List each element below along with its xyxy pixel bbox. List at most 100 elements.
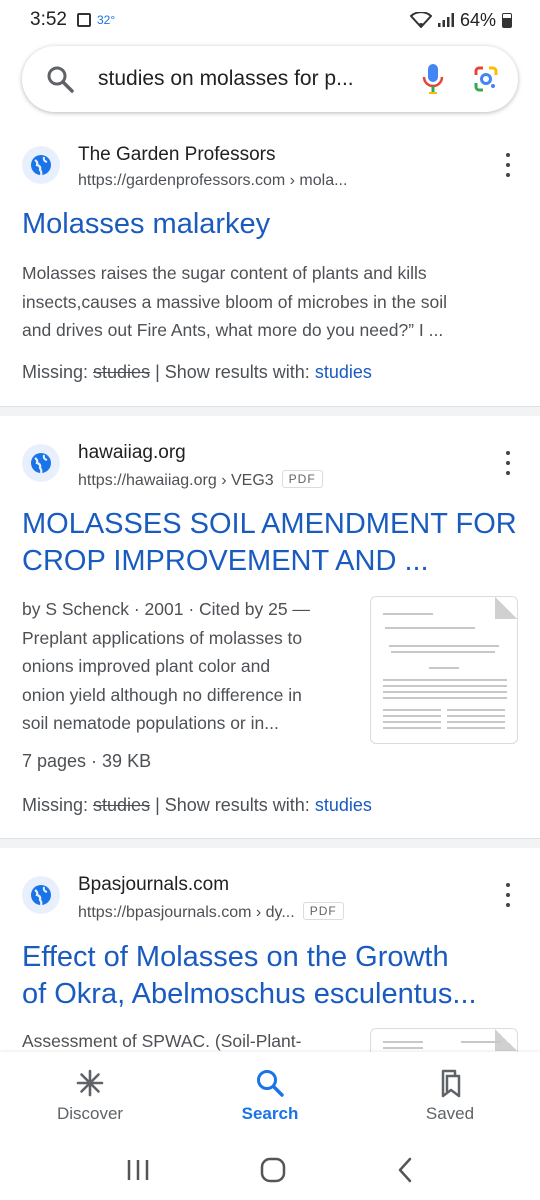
search-result[interactable]: The Garden Professors https://gardenprof… [0,144,540,406]
search-query[interactable]: studies on molasses for p... [98,67,378,91]
missing-terms: Missing: studies | Show results with: st… [22,362,372,383]
url-text: https://bpasjournals.com › dy... [78,904,295,921]
gallery-notification-icon [76,13,91,27]
nav-label: Search [241,1104,299,1123]
thumb-line [383,679,507,681]
bottom-navigation: Discover Search Saved [0,1052,540,1140]
google-lens-icon[interactable] [472,65,500,93]
back-icon[interactable] [395,1157,415,1183]
search-icon [257,1070,284,1097]
thumb-line [383,1041,423,1043]
snippet-line: onions improved plant color and [22,656,271,676]
snippet-line: Molasses raises the sugar content of pla… [22,263,427,283]
result-snippet: Molasses raises the sugar content of pla… [22,259,447,345]
battery-percent: 64% [459,9,496,30]
result-title[interactable]: Effect of Molasses on the Growth of Okra… [22,939,522,1013]
status-bar: 3:52 32° 64% [0,0,540,40]
snippet-line: by S Schenck · 2001 · Cited by 25 — [22,599,310,619]
thumb-line [383,691,507,693]
show-results-link[interactable]: studies [315,795,372,815]
thumb-line [383,1047,423,1049]
thumb-line [447,709,505,711]
home-icon[interactable] [260,1157,286,1183]
title-line: Effect of Molasses on the Growth [22,941,449,973]
title-line: CROP IMPROVEMENT AND ... [22,545,429,577]
search-result[interactable]: Bpasjournals.com https://bpasjournals.co… [0,876,540,1052]
missing-label: Missing: [22,362,89,382]
site-name: Bpasjournals.com [78,876,230,895]
battery-icon [502,12,512,28]
thumb-line [447,727,505,729]
signal-icon [437,13,454,27]
status-right: 64% [409,9,512,31]
result-source[interactable]: Bpasjournals.com https://bpasjournals.co… [0,876,540,936]
thumb-line [447,721,505,723]
missing-label: Missing: [22,795,89,815]
bookmark-icon [441,1069,461,1098]
snippet-line: insects,causes a massive bloom of microb… [22,291,448,312]
thumb-line [383,685,507,687]
globe-icon [22,146,60,184]
snippet-line: and drives out Fire Ants, what more do y… [22,320,444,340]
thumb-line [461,1041,501,1043]
more-options-icon[interactable] [498,150,518,180]
thumb-line [383,697,507,699]
system-navigation-bar [0,1140,540,1200]
recents-icon[interactable] [125,1158,151,1182]
mic-icon[interactable] [422,63,444,95]
page-fold [495,597,517,619]
thumb-line [383,721,441,723]
more-options-icon[interactable] [498,448,518,478]
globe-icon [22,876,60,914]
missing-term: studies [93,362,151,382]
site-url: https://hawaiiag.org › VEG3 PDF [78,470,323,490]
status-time: 3:52 [30,9,67,30]
file-type-badge: PDF [302,902,344,920]
snippet-line: Preplant applications of molasses to [22,627,303,648]
site-name: The Garden Professors [78,144,276,165]
result-snippet: by S Schenck · 2001 · Cited by 25 — Prep… [22,595,310,738]
search-icon[interactable] [46,65,74,93]
thumb-line [391,651,495,653]
snippet-line: Assessment of SPWAC. (Soil-Plant- [22,1031,302,1051]
nav-search[interactable]: Search [180,1052,360,1140]
result-snippet: Assessment of SPWAC. (Soil-Plant- [22,1027,301,1052]
show-results-label: | Show results with: [150,795,315,815]
file-type-badge: PDF [281,470,323,488]
result-source[interactable]: hawaiiag.org https://hawaiiag.org › VEG3… [0,442,540,504]
url-text: https://hawaiiag.org › VEG3 [78,472,274,489]
site-url: https://gardenprofessors.com › mola... [78,172,348,189]
wifi-icon [409,12,432,28]
nav-saved[interactable]: Saved [360,1052,540,1140]
title-line: of Okra, Abelmoschus esculentus... [22,978,477,1010]
thumb-line [389,645,499,647]
site-url: https://bpasjournals.com › dy... PDF [78,902,344,922]
pdf-thumbnail[interactable] [370,1028,518,1052]
thumb-line [383,709,441,711]
result-title[interactable]: MOLASSES SOIL AMENDMENT FOR CROP IMPROVE… [22,506,522,580]
snippet-line: onion yield although no difference in [22,684,302,705]
thumb-line [383,715,441,717]
search-result[interactable]: hawaiiag.org https://hawaiiag.org › VEG3… [0,442,540,834]
missing-terms: Missing: studies | Show results with: st… [22,795,372,816]
file-meta: 7 pages · 39 KB [22,751,152,771]
result-source[interactable]: The Garden Professors https://gardenprof… [0,144,540,206]
search-bar[interactable]: studies on molasses for p... [22,46,518,112]
thumb-line [447,715,505,717]
thumb-line [383,727,441,729]
site-name: hawaiiag.org [78,442,186,463]
show-results-label: | Show results with: [150,362,315,382]
nav-label: Saved [425,1104,475,1123]
page-fold [495,1029,517,1051]
missing-term: studies [93,795,151,815]
title-line: MOLASSES SOIL AMENDMENT FOR [22,508,517,540]
show-results-link[interactable]: studies [315,362,372,382]
nav-discover[interactable]: Discover [0,1052,180,1140]
thumb-line [385,627,475,629]
nav-label: Discover [56,1104,124,1123]
pdf-thumbnail[interactable] [370,596,518,744]
result-divider [0,406,540,416]
result-title[interactable]: Molasses malarkey [22,206,522,243]
more-options-icon[interactable] [498,880,518,910]
snippet-line: soil nematode populations or in... [22,713,279,733]
